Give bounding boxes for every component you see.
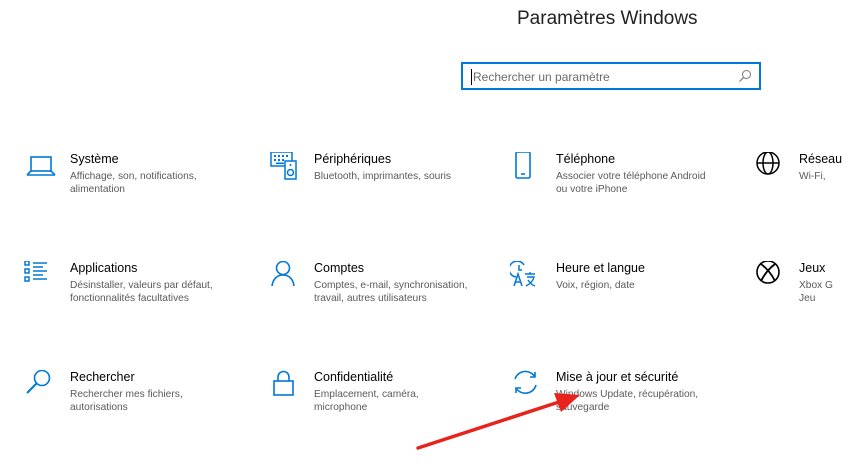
search-input[interactable] bbox=[473, 67, 733, 87]
lock-icon bbox=[268, 370, 302, 404]
tile-description: Xbox G Jeu bbox=[799, 280, 833, 304]
tile-comptes[interactable]: Comptes Comptes, e-mail, synchronisation… bbox=[268, 261, 488, 341]
devices-icon bbox=[268, 152, 302, 186]
tile-name: Heure et langue bbox=[556, 261, 645, 275]
phone-icon bbox=[510, 152, 544, 186]
tile-name: Réseau bbox=[799, 152, 843, 166]
tile-name: Rechercher bbox=[70, 370, 135, 384]
globe-icon bbox=[753, 152, 787, 186]
tile-description: Désinstaller, valeurs par défaut, foncti… bbox=[70, 280, 213, 304]
xbox-icon bbox=[753, 261, 787, 295]
tile-rechercher[interactable]: Rechercher Rechercher mes fichiers, auto… bbox=[24, 370, 244, 450]
tile-description: Comptes, e-mail, synchronisation, travai… bbox=[314, 280, 468, 304]
page-title: Paramètres Windows bbox=[517, 8, 698, 29]
tile-description: Affichage, son, notifications, alimentat… bbox=[70, 171, 197, 195]
tile-description: Associer votre téléphone Android ou votr… bbox=[556, 171, 706, 195]
tile-name: Confidentialité bbox=[314, 370, 394, 384]
tile-description: Wi-Fi, bbox=[799, 171, 826, 182]
tile-telephone[interactable]: Téléphone Associer votre téléphone Andro… bbox=[510, 152, 730, 232]
tile-description: Windows Update, récupération, sauvegarde bbox=[556, 389, 699, 413]
tile-confidentialite[interactable]: Confidentialité Emplacement, caméra, mic… bbox=[268, 370, 488, 450]
time-language-icon bbox=[510, 261, 544, 295]
tile-name: Applications bbox=[70, 261, 138, 275]
text-caret bbox=[471, 69, 472, 85]
tile-heure-et-langue[interactable]: Heure et langue Voix, région, date bbox=[510, 261, 730, 341]
tile-peripheriques[interactable]: Périphériques Bluetooth, imprimantes, so… bbox=[268, 152, 488, 232]
tile-description: Rechercher mes fichiers, autorisations bbox=[70, 389, 183, 413]
tile-mise-a-jour-et-securite[interactable]: Mise à jour et sécurité Windows Update, … bbox=[510, 370, 730, 450]
tile-systeme[interactable]: Système Affichage, son, notifications, a… bbox=[24, 152, 244, 232]
apps-list-icon bbox=[24, 261, 58, 295]
person-icon bbox=[268, 261, 302, 295]
tile-applications[interactable]: Applications Désinstaller, valeurs par d… bbox=[24, 261, 244, 341]
search-icon[interactable] bbox=[738, 69, 752, 83]
tile-description: Bluetooth, imprimantes, souris bbox=[314, 171, 452, 182]
search-icon bbox=[24, 370, 58, 404]
update-icon bbox=[510, 370, 544, 404]
tile-description: Emplacement, caméra, microphone bbox=[314, 389, 419, 413]
tile-name: Périphériques bbox=[314, 152, 392, 166]
tile-description: Voix, région, date bbox=[556, 280, 635, 291]
tile-name: Téléphone bbox=[556, 152, 616, 166]
tile-jeux[interactable]: Jeux Xbox G Jeu bbox=[753, 261, 860, 341]
tile-name: Système bbox=[70, 152, 119, 166]
tile-name: Mise à jour et sécurité bbox=[556, 370, 679, 384]
tile-name: Comptes bbox=[314, 261, 365, 275]
tile-name: Jeux bbox=[799, 261, 826, 275]
laptop-icon bbox=[24, 152, 58, 186]
search-box[interactable] bbox=[461, 62, 761, 90]
settings-window: Paramètres Windows Système Affichage, so… bbox=[0, 0, 860, 468]
tile-reseau[interactable]: Réseau Wi-Fi, bbox=[753, 152, 860, 232]
